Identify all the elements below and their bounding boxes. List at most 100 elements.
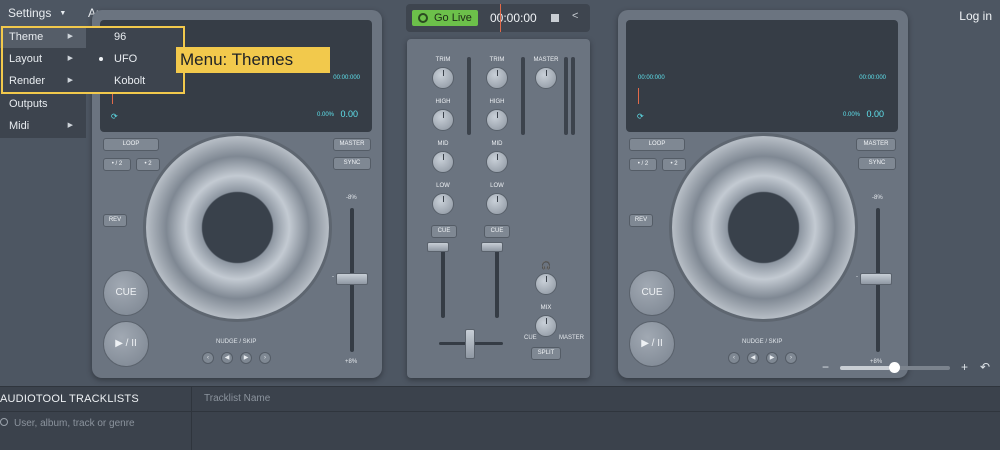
low-label: LOW <box>490 183 504 189</box>
menu-item-midi[interactable]: Midi ▶ <box>0 115 86 137</box>
nudge-forward-button[interactable]: › <box>259 352 271 364</box>
panel-header-divider <box>0 411 1000 412</box>
loop-half-button[interactable]: • / 2 <box>629 158 657 171</box>
menu-item-render[interactable]: Render ▶ <box>0 70 86 92</box>
annotation-tooltip: Menu: Themes <box>176 47 330 73</box>
nudge-back-button[interactable]: ‹ <box>202 352 214 364</box>
nudge-forward-button[interactable]: › <box>785 352 797 364</box>
ch1-cue-button[interactable]: CUE <box>431 225 457 238</box>
ch1-level-meter <box>467 57 471 135</box>
cue-button[interactable]: CUE <box>103 270 149 316</box>
mix-label: MIX <box>540 305 552 311</box>
menu-item-theme[interactable]: Theme ▶ <box>0 26 86 48</box>
trim-label: TRIM <box>435 57 451 63</box>
sync-button[interactable]: SYNC <box>858 157 896 170</box>
zoom-slider-handle[interactable] <box>889 362 900 373</box>
reverse-button[interactable]: REV <box>629 214 653 227</box>
ch2-low-knob[interactable] <box>486 193 508 215</box>
ch1-mid-knob[interactable] <box>432 151 454 173</box>
stop-icon[interactable] <box>551 14 559 22</box>
pitch-bottom-label: +8% <box>870 359 883 365</box>
high-label: HIGH <box>489 99 505 105</box>
master-button[interactable]: MASTER <box>856 138 896 151</box>
ch1-volume-track[interactable] <box>441 244 445 318</box>
headphone-volume-knob[interactable] <box>535 273 557 295</box>
theme-submenu: 96 UFO Kobolt <box>86 26 182 92</box>
pitch-top-label: -8% <box>872 195 883 201</box>
skip-back-button[interactable]: ◀ <box>747 352 759 364</box>
undo-icon[interactable]: ↶ <box>980 360 990 374</box>
pitch-top-label: -8% <box>346 195 357 201</box>
pitch-fader-handle[interactable] <box>336 273 368 285</box>
ch1-volume-handle[interactable] <box>427 242 449 252</box>
loop-button[interactable]: LOOP <box>103 138 159 151</box>
ch1-high-knob[interactable] <box>432 109 454 131</box>
ch1-trim-knob[interactable] <box>432 67 454 89</box>
skip-forward-button[interactable]: ▶ <box>240 352 252 364</box>
ch2-mid-knob[interactable] <box>486 151 508 173</box>
ch2-volume-handle[interactable] <box>481 242 503 252</box>
settings-menu-button[interactable]: Settings ▼ <box>8 6 66 20</box>
headphone-icon: 🎧 <box>541 261 551 270</box>
skip-back-button[interactable]: ◀ <box>221 352 233 364</box>
login-link[interactable]: Log in <box>959 9 992 23</box>
pitch-center-mark: - <box>856 274 858 280</box>
theme-option-ufo[interactable]: UFO <box>86 48 182 70</box>
tracklist-search-input[interactable] <box>14 415 184 431</box>
jog-wheel[interactable] <box>672 136 855 319</box>
ch2-high-knob[interactable] <box>486 109 508 131</box>
submenu-arrow-icon: ▶ <box>67 122 73 129</box>
menu-item-layout[interactable]: Layout ▶ <box>0 48 86 70</box>
reverse-button[interactable]: REV <box>103 214 127 227</box>
menu-item-label: Midi <box>9 120 30 132</box>
loop-double-button[interactable]: • 2 <box>136 158 160 171</box>
master-knob[interactable] <box>535 67 557 89</box>
master-level-meter-left <box>564 57 568 135</box>
loop-half-button[interactable]: • / 2 <box>103 158 131 171</box>
deck-left-pitch-value: 0.00 <box>340 109 358 119</box>
master-button[interactable]: MASTER <box>333 138 371 151</box>
zoom-in-button[interactable]: + <box>961 360 968 374</box>
timer-marker <box>500 4 501 32</box>
play-pause-button[interactable]: ▶ / II <box>629 321 675 367</box>
ch1-low-knob[interactable] <box>432 193 454 215</box>
theme-option-kobolt[interactable]: Kobolt <box>86 70 182 92</box>
sync-button[interactable]: SYNC <box>333 157 371 170</box>
tracklist-name-column-header[interactable]: Tracklist Name <box>204 393 270 404</box>
menu-item-label: Layout <box>9 53 43 65</box>
menu-item-label: Render <box>9 75 46 87</box>
deck-left-pitch-percent: 0.00% <box>316 112 334 118</box>
deck-right-remaining: 00:00:000 <box>859 75 886 81</box>
panel-divider <box>191 386 192 450</box>
deck-left-remaining: 00:00:000 <box>333 75 360 81</box>
zoom-out-button[interactable]: − <box>822 360 829 374</box>
loop-icon: ⟳ <box>111 112 118 121</box>
master-level-meter-right <box>571 57 575 135</box>
theme-option-96[interactable]: 96 <box>86 26 182 48</box>
go-live-button[interactable]: Go Live <box>412 10 478 26</box>
low-label: LOW <box>436 183 450 189</box>
search-icon <box>0 418 8 426</box>
ch2-trim-knob[interactable] <box>486 67 508 89</box>
split-button[interactable]: SPLIT <box>531 347 561 360</box>
pitch-fader-handle[interactable] <box>860 273 892 285</box>
loop-double-button[interactable]: • 2 <box>662 158 686 171</box>
cue-button[interactable]: CUE <box>629 270 675 316</box>
pitch-center-mark: - <box>332 274 334 280</box>
share-icon[interactable]: < <box>572 10 578 22</box>
menu-item-outputs[interactable]: Outputs <box>0 93 86 115</box>
ch2-volume-track[interactable] <box>495 244 499 318</box>
nudge-back-button[interactable]: ‹ <box>728 352 740 364</box>
menu-item-label: Theme <box>9 31 44 43</box>
crossfader-handle[interactable] <box>465 329 475 359</box>
high-label: HIGH <box>435 99 451 105</box>
skip-forward-button[interactable]: ▶ <box>766 352 778 364</box>
theme-option-label: UFO <box>114 53 138 65</box>
jog-wheel[interactable] <box>146 136 329 319</box>
deck-right-pitch-percent: 0.00% <box>842 112 860 118</box>
ch2-cue-button[interactable]: CUE <box>484 225 510 238</box>
loop-button[interactable]: LOOP <box>629 138 685 151</box>
play-pause-button[interactable]: ▶ / II <box>103 321 149 367</box>
settings-dropdown: Theme ▶ Layout ▶ Render ▶ Outputs Midi ▶ <box>0 26 86 138</box>
cue-mix-knob[interactable] <box>535 315 557 337</box>
